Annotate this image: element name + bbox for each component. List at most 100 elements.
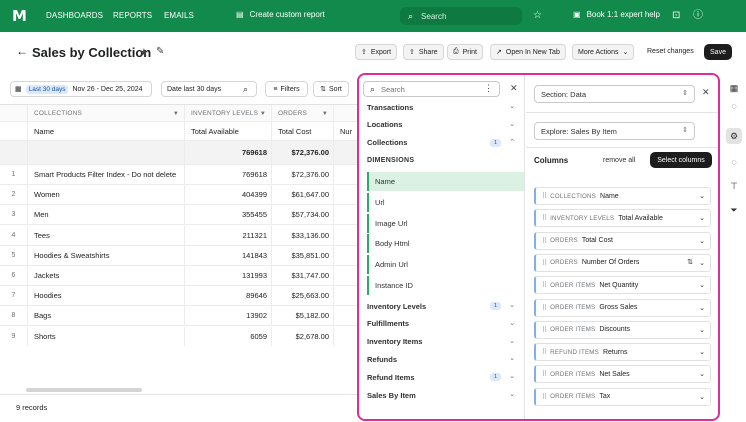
column-item[interactable]: ⠿ ORDERS Number Of Orders ⇅ ⌄ — [534, 253, 711, 272]
column-item[interactable]: ⠿ REFUND ITEMS Returns ⌄ — [534, 343, 711, 362]
column-item[interactable]: ⠿ COLLECTIONS Name ⌄ — [534, 187, 711, 205]
chevron-down-icon[interactable]: ⌄ — [699, 304, 705, 312]
create-custom-report-button[interactable]: ▤ Create custom report — [236, 10, 325, 19]
column-header-name[interactable]: Name — [28, 122, 185, 140]
table-search-icon[interactable]: ⌕ — [243, 84, 248, 95]
dimension-item[interactable]: Url — [367, 192, 524, 212]
category-refunds[interactable]: Refunds ⌄ — [359, 351, 525, 367]
drag-handle-icon[interactable]: ⠿ — [542, 259, 547, 267]
section-select[interactable]: Section: Data ⇕ — [534, 85, 695, 103]
edit-pencil-icon[interactable]: ✎ — [156, 46, 164, 57]
drag-handle-icon[interactable]: ⠿ — [542, 348, 547, 356]
filters-button[interactable]: ≡ Filters — [265, 81, 308, 97]
dimension-item[interactable]: Name — [367, 172, 524, 191]
group-header-inventory-levels[interactable]: INVENTORY LEVELS ▼ — [185, 105, 272, 121]
column-item[interactable]: ⠿ ORDER ITEMS Net Sales ⌄ — [534, 365, 711, 384]
table-view-icon[interactable]: ▦ — [726, 80, 742, 96]
table-row[interactable]: 4 Tees 211321 $33,136.00 — [0, 225, 360, 246]
dimension-item[interactable]: Body Html — [367, 234, 524, 254]
print-button[interactable]: ⎙ Print — [447, 44, 484, 60]
drag-handle-icon[interactable]: ⠿ — [542, 304, 547, 312]
app-logo[interactable]: M — [12, 8, 28, 24]
column-item[interactable]: ⠿ ORDERS Total Cost ⌄ — [534, 231, 711, 250]
table-row[interactable]: 7 Hoodies 89646 $25,663.00 — [0, 286, 360, 307]
sort-icon[interactable]: ⇅ — [687, 258, 693, 266]
table-row[interactable]: 2 Women 404399 $61,647.00 — [0, 185, 360, 206]
horizontal-scrollbar[interactable] — [26, 388, 142, 392]
star-icon[interactable]: ☆ — [533, 10, 542, 22]
nav-emails[interactable]: EMAILS — [164, 11, 194, 20]
column-item[interactable]: ⠿ INVENTORY LEVELS Total Available ⌄ — [534, 209, 711, 228]
book-expert-help-button[interactable]: ▣ Book 1:1 expert help — [573, 10, 660, 19]
table-row[interactable]: 8 Bags 13902 $5,182.00 — [0, 306, 360, 327]
help-icon[interactable]: ⓘ — [693, 10, 703, 22]
drag-handle-icon[interactable]: ⠿ — [542, 393, 547, 401]
dimension-item[interactable]: Image Url — [367, 213, 524, 233]
group-header-orders[interactable]: ORDERS ▼ — [272, 105, 334, 121]
category-inventory-items[interactable]: Inventory Items ⌄ — [359, 334, 525, 350]
date-range-picker[interactable]: ▦ Last 30 days Nov 26 - Dec 25, 2024 — [10, 81, 152, 97]
field-search-input[interactable]: ⌕ Search ⋮ — [363, 81, 500, 97]
remove-all-button[interactable]: remove all — [603, 157, 635, 164]
category-transactions[interactable]: Transactions ⌄ — [359, 99, 525, 115]
share-button[interactable]: ⇧ Share — [403, 44, 444, 60]
group-header-collections[interactable]: COLLECTIONS ▼ — [28, 105, 185, 121]
drag-handle-icon[interactable]: ⠿ — [542, 326, 547, 334]
column-item[interactable]: ⠿ ORDER ITEMS Tax ⌄ — [534, 387, 711, 406]
column-header-total-cost[interactable]: Total Cost — [272, 122, 334, 140]
save-button[interactable]: Save — [704, 44, 732, 60]
explore-select[interactable]: Explore: Sales By Item ⇕ — [534, 122, 695, 140]
nav-dashboards[interactable]: DASHBOARDS — [46, 11, 103, 20]
drag-handle-icon[interactable]: ⠿ — [542, 237, 547, 245]
category-collections[interactable]: Collections 1 ⌃ — [359, 135, 525, 151]
nav-reports[interactable]: REPORTS — [113, 11, 152, 20]
back-arrow-icon[interactable]: ← — [16, 44, 28, 58]
drag-handle-icon[interactable]: ⠿ — [542, 281, 547, 289]
close-icon[interactable]: ✕ — [702, 87, 710, 98]
chevron-down-icon[interactable]: ⌄ — [699, 370, 705, 378]
drag-handle-icon[interactable]: ⠿ — [542, 192, 547, 200]
drag-handle-icon[interactable]: ⠿ — [542, 370, 547, 378]
chevron-down-icon[interactable]: ⌄ — [699, 281, 705, 289]
chevron-down-icon[interactable]: ⌄ — [699, 348, 705, 356]
column-item[interactable]: ⠿ ORDER ITEMS Net Quantity ⌄ — [534, 276, 711, 295]
funnel-filter-icon[interactable]: ⏷ — [726, 202, 742, 218]
dimension-item[interactable]: Admin Url — [367, 255, 524, 275]
category-sales-by-item[interactable]: Sales By Item ⌄ — [359, 387, 525, 403]
category-refund-items[interactable]: Refund Items 1 ⌄ — [359, 369, 525, 385]
cycle-icon[interactable]: ◌ — [726, 154, 742, 170]
column-item[interactable]: ⠿ ORDER ITEMS Discounts ⌄ — [534, 320, 711, 339]
reset-changes-button[interactable]: Reset changes — [647, 48, 694, 55]
drag-handle-icon[interactable]: ⠿ — [542, 214, 547, 222]
table-row[interactable]: 1 Smart Products Filter Index - Do not de… — [0, 165, 360, 185]
category-locations[interactable]: Locations ⌄ — [359, 117, 525, 133]
more-actions-button[interactable]: More Actions ⌄ — [572, 44, 635, 60]
settings-gear-icon[interactable]: ⚙ — [726, 128, 742, 144]
chevron-down-icon[interactable]: ⌄ — [699, 259, 705, 267]
sort-button[interactable]: ⇅ Sort — [313, 81, 349, 97]
refresh-icon[interactable]: ◌ — [726, 98, 742, 114]
global-search-input[interactable]: ⌕ Search — [400, 7, 522, 25]
more-vertical-icon[interactable]: ⋮ — [484, 83, 493, 94]
chevron-down-icon[interactable]: ⌄ — [699, 237, 705, 245]
chevron-down-icon[interactable]: ⌄ — [699, 192, 705, 200]
table-row[interactable]: 6 Jackets 131993 $31,747.00 — [0, 266, 360, 286]
table-row[interactable]: 9 Shorts 6059 $2,678.00 — [0, 326, 360, 346]
dimension-item[interactable]: Instance ID — [367, 276, 524, 295]
column-header-total-available[interactable]: Total Available — [185, 122, 272, 140]
paint-roller-icon[interactable]: ⊤ — [726, 178, 742, 194]
select-columns-button[interactable]: Select columns — [650, 152, 712, 168]
category-fulfillments[interactable]: Fulfillments ⌄ — [359, 316, 525, 332]
category-inventory-levels[interactable]: Inventory Levels 1 ⌄ — [359, 298, 525, 314]
table-row[interactable]: 5 Hoodies & Sweatshirts 141843 $35,851.00 — [0, 245, 360, 266]
export-button[interactable]: ⇪ Export — [355, 44, 398, 60]
favorite-star-icon[interactable]: ★ — [139, 46, 149, 59]
table-row[interactable]: 3 Men 355455 $57,734.00 — [0, 205, 360, 226]
chevron-down-icon[interactable]: ⌄ — [699, 393, 705, 401]
chevron-down-icon[interactable]: ⌄ — [699, 326, 705, 334]
column-item[interactable]: ⠿ ORDER ITEMS Gross Sales ⌄ — [534, 298, 711, 317]
close-icon[interactable]: ✕ — [510, 83, 518, 94]
lock-icon[interactable]: ⊡ — [672, 10, 680, 22]
chevron-down-icon[interactable]: ⌄ — [699, 214, 705, 222]
open-new-tab-button[interactable]: ↗ Open In New Tab — [490, 44, 566, 60]
